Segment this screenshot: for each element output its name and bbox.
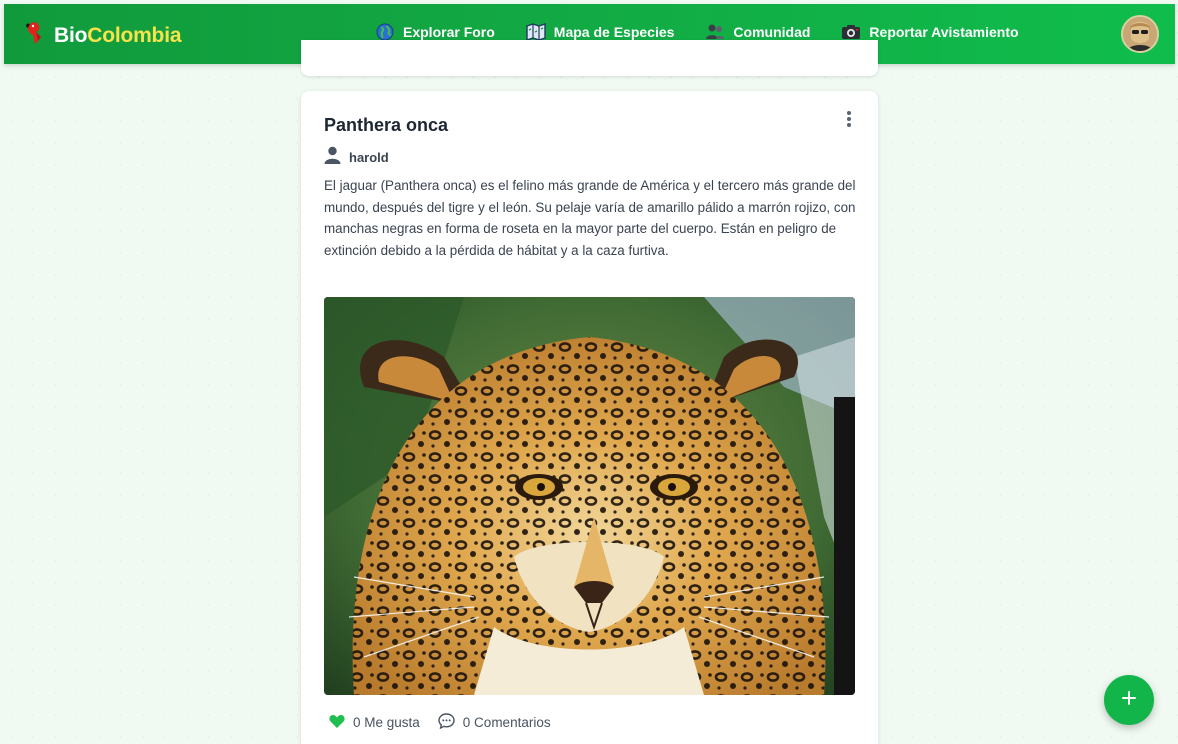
brand-logo[interactable]: BioColombia [24,21,182,50]
post-author-name: harold [349,150,389,165]
like-count: 0 Me gusta [353,715,420,730]
globe-icon [375,22,395,42]
main-nav: Explorar Foro Mapa de Especies Comunidad… [375,22,1050,42]
more-options-icon[interactable] [842,109,856,129]
post-author[interactable]: harold [324,146,389,169]
post-body: El jaguar (Panthera onca) es el felino m… [324,178,856,258]
comments-button[interactable]: 0 Comentarios [438,713,551,732]
nav-mapa-especies[interactable]: Mapa de Especies [526,22,675,42]
nav-reportar-avistamiento[interactable]: Reportar Avistamiento [841,22,1019,42]
like-button[interactable]: 0 Me gusta [329,714,420,731]
user-avatar[interactable] [1121,15,1159,53]
comment-count: 0 Comentarios [462,715,551,730]
nav-comunidad-label: Comunidad [733,24,811,40]
people-icon [705,22,725,42]
map-icon [526,22,546,42]
camera-icon [841,22,861,42]
parrot-icon [24,21,46,50]
brand-name-bio: Bio [54,23,88,47]
brand-name-colombia: Colombia [87,23,182,47]
jaguar-photo[interactable] [324,297,855,695]
nav-mapa-especies-label: Mapa de Especies [553,24,675,40]
nav-comunidad[interactable]: Comunidad [705,22,810,42]
comment-icon [438,713,463,732]
post-title: Panthera onca [324,115,449,135]
post-actions: 0 Me gusta 0 Comentarios [329,713,569,732]
previous-post-card [301,40,878,76]
nav-reportar-avistamiento-label: Reportar Avistamiento [869,24,1019,40]
add-post-button[interactable] [1104,675,1154,725]
user-icon [324,146,341,169]
post-card: Panthera onca harold El jaguar (Panthera… [301,91,878,744]
nav-explorar-foro-label: Explorar Foro [403,24,495,40]
nav-explorar-foro[interactable]: Explorar Foro [375,22,495,42]
plus-icon [1121,690,1137,711]
brand-name: BioColombia [54,23,182,48]
heart-icon [329,714,353,731]
